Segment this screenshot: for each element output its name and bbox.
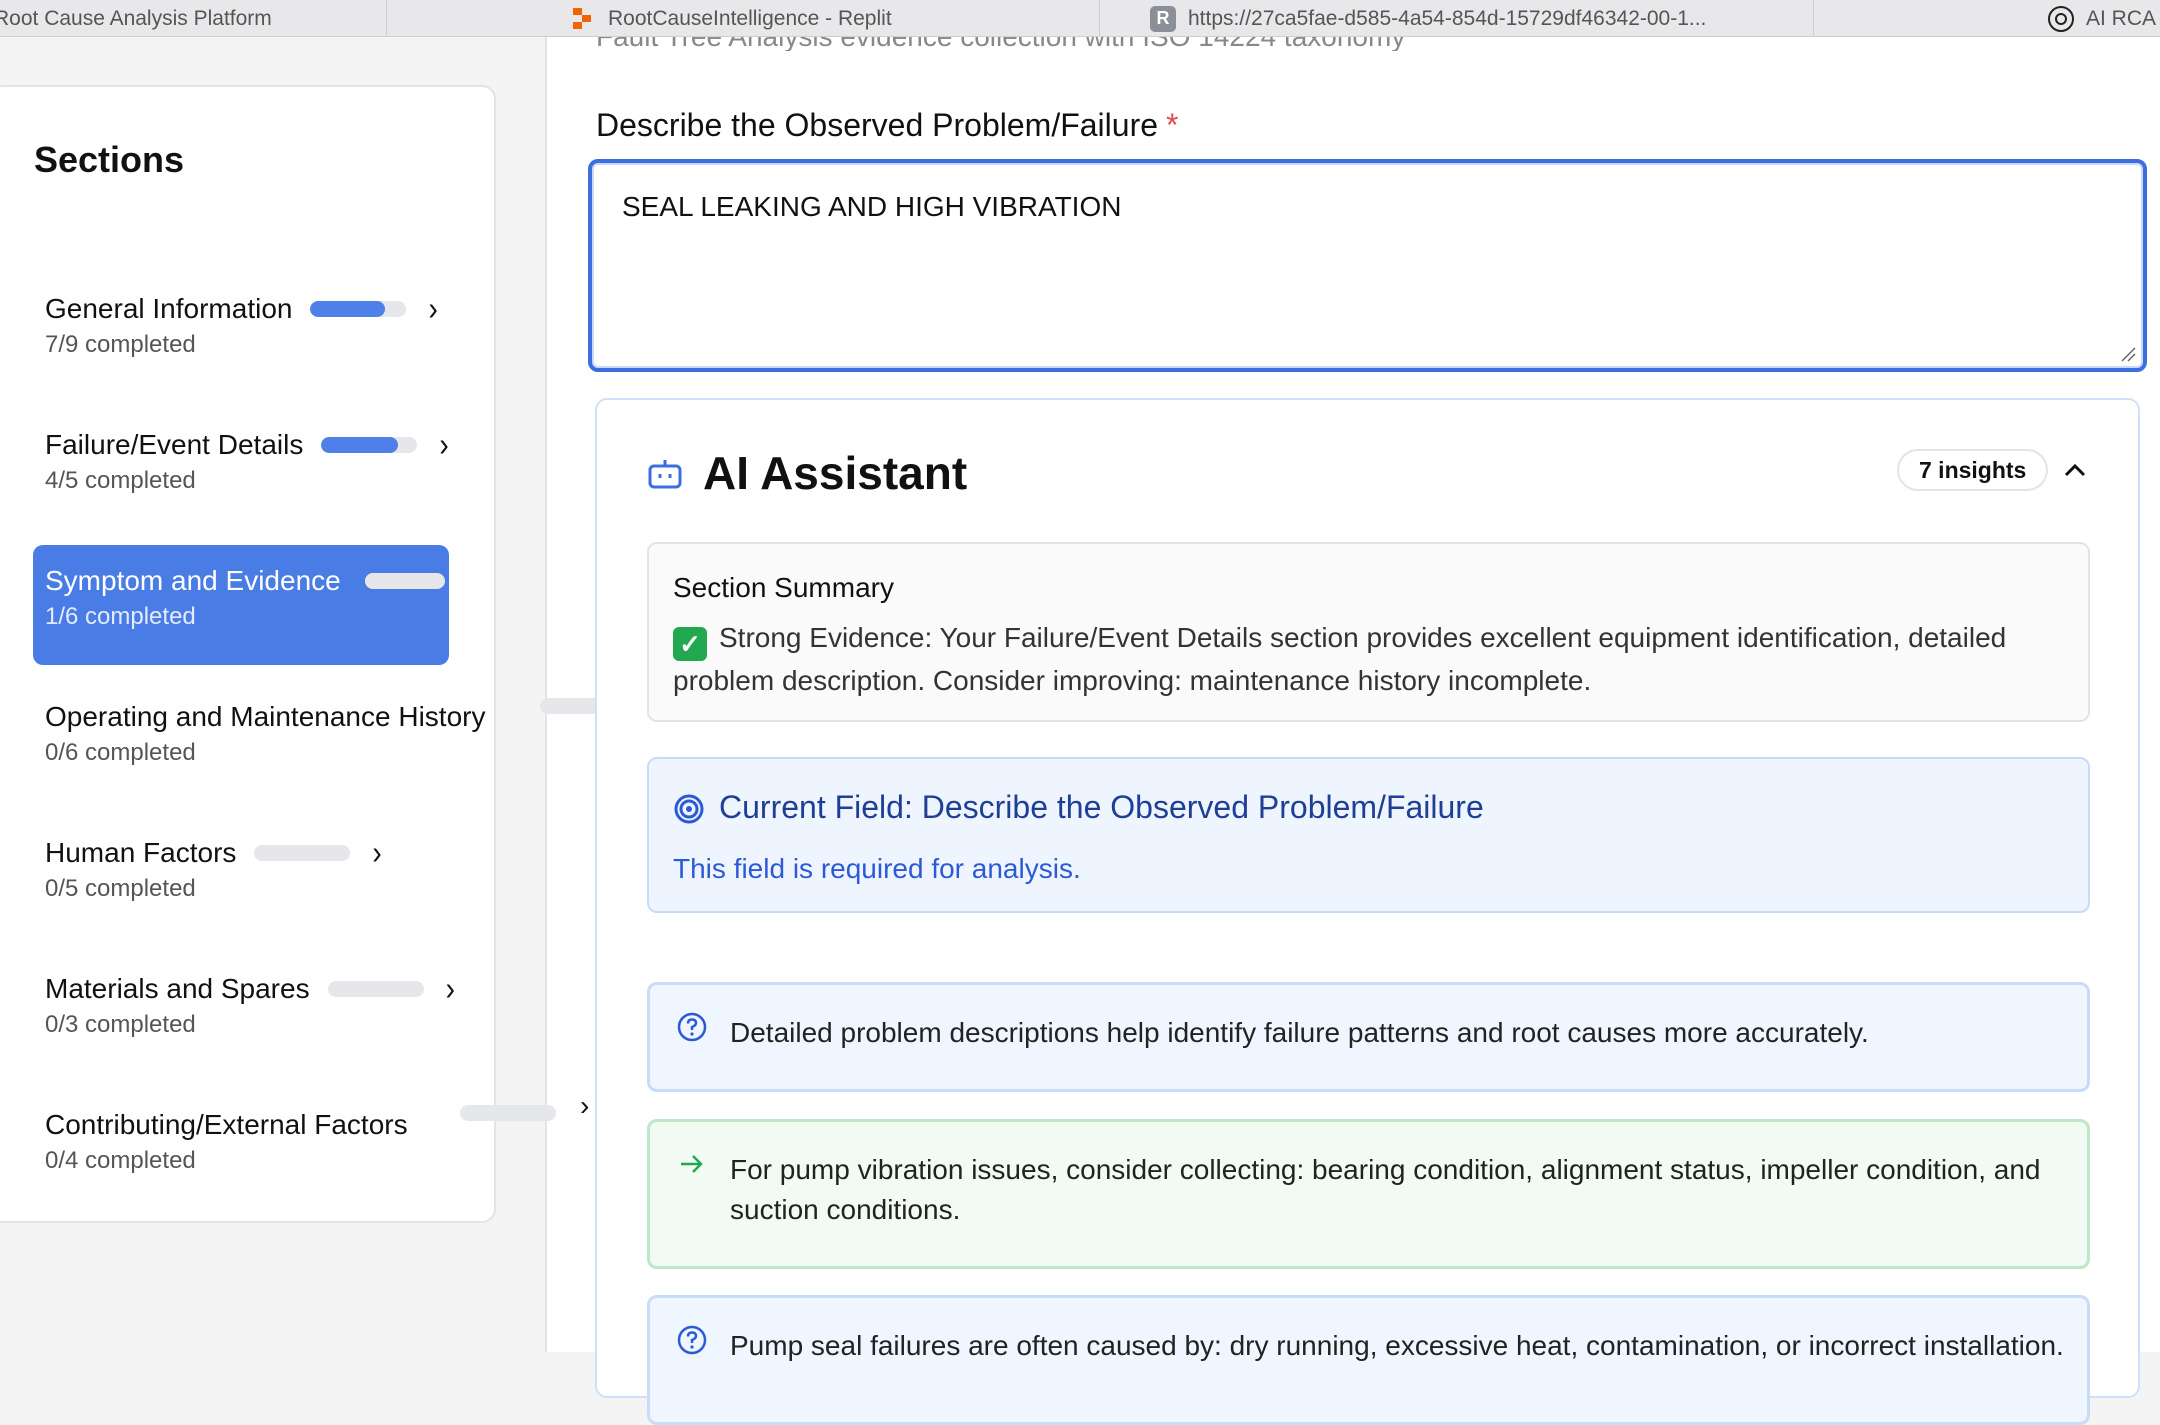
sidebar-item-status: 4/5 completed bbox=[45, 467, 196, 494]
insights-count-badge: 7 insights bbox=[1897, 449, 2049, 491]
progress-fill bbox=[321, 437, 399, 453]
sidebar-item-status: 1/6 completed bbox=[45, 603, 196, 630]
insight-tip: Detailed problem descriptions help ident… bbox=[647, 982, 2090, 1092]
ai-assistant-card: AI Assistant 7 insights Section Summary … bbox=[595, 398, 2140, 1425]
bot-icon bbox=[648, 460, 682, 489]
chevron-right-icon: › bbox=[439, 425, 449, 463]
progress-bar bbox=[321, 437, 418, 453]
current-field-body: This field is required for analysis. bbox=[673, 853, 1081, 884]
browser-tab-strip: Root Cause Analysis Platform RootCauseIn… bbox=[0, 0, 2160, 37]
summary-heading: Section Summary bbox=[673, 572, 894, 603]
sidebar-item-label: Contributing/External Factors bbox=[45, 1109, 408, 1140]
sidebar-item-label: Symptom and Evidence bbox=[45, 565, 341, 596]
section-summary-card: Section Summary ✓ Strong Evidence: Your F… bbox=[647, 542, 2090, 722]
progress-bar bbox=[254, 845, 351, 861]
tab-title: AI RCA bbox=[2086, 6, 2157, 30]
sections-title: Sections bbox=[34, 139, 185, 180]
current-field-heading: Current Field: Describe the Observed Pro… bbox=[719, 789, 1484, 825]
required-mark: * bbox=[1166, 107, 1179, 143]
resize-grip-icon[interactable] bbox=[2120, 346, 2136, 362]
sidebar-item-status: 0/6 completed bbox=[45, 739, 196, 766]
tab-title: Root Cause Analysis Platform bbox=[0, 6, 272, 30]
ai-assistant-title: AI Assistant bbox=[703, 447, 968, 499]
chevron-right-icon[interactable]: › bbox=[580, 1090, 589, 1122]
current-field-card: Current Field: Describe the Observed Pro… bbox=[647, 757, 2090, 913]
summary-body: ✓ Strong Evidence: Your Failure/Event Det… bbox=[673, 618, 2073, 701]
replit-icon bbox=[570, 6, 596, 32]
help-circle-icon bbox=[677, 1012, 707, 1042]
progress-bar-overflow bbox=[460, 1105, 556, 1121]
browser-tab[interactable]: Root Cause Analysis Platform bbox=[0, 0, 387, 37]
tip-text: Detailed problem descriptions help ident… bbox=[730, 1017, 1869, 1048]
tab-title: https://27ca5fae-d585-4a54-854d-15729df4… bbox=[1188, 6, 1707, 30]
progress-bar bbox=[310, 301, 407, 317]
sections-panel: Sections General Information › 7/9 comple… bbox=[0, 85, 496, 1223]
sidebar-item-status: 7/9 completed bbox=[45, 331, 196, 358]
sidebar-item-label: Human Factors bbox=[45, 837, 237, 868]
tip-text: Pump seal failures are often caused by: … bbox=[730, 1330, 2064, 1361]
app-page: Sections General Information › 7/9 comple… bbox=[0, 37, 2160, 1425]
tip-text: For pump vibration issues, consider coll… bbox=[730, 1154, 2041, 1225]
insight-tip: For pump vibration issues, consider coll… bbox=[647, 1119, 2090, 1269]
insight-tip: Pump seal failures are often caused by: … bbox=[647, 1295, 2090, 1425]
chevron-up-icon bbox=[2064, 463, 2086, 477]
progress-fill bbox=[364, 573, 379, 589]
chevron-right-icon: › bbox=[372, 833, 382, 871]
progress-fill bbox=[310, 301, 386, 317]
sidebar-item-status: 0/3 completed bbox=[45, 1011, 196, 1038]
browser-tab[interactable]: AI RCA bbox=[1814, 0, 2160, 37]
tab-title: RootCauseIntelligence - Replit bbox=[608, 6, 892, 30]
browser-tab[interactable]: R https://27ca5fae-d585-4a54-854d-15729d… bbox=[1100, 0, 1814, 37]
progress-bar bbox=[327, 981, 424, 997]
sidebar-item-status: 0/4 completed bbox=[45, 1147, 196, 1174]
target-icon bbox=[674, 794, 704, 824]
problem-field-label: Describe the Observed Problem/Failure * bbox=[596, 107, 1178, 144]
progress-bar bbox=[364, 573, 445, 589]
sidebar-item-label: Operating and Maintenance History bbox=[45, 701, 486, 732]
page-subtitle: Fault Tree Analysis evidence collection … bbox=[596, 37, 1405, 51]
help-circle-icon bbox=[677, 1325, 707, 1355]
arrow-right-icon bbox=[681, 1155, 703, 1173]
r-icon: R bbox=[1150, 5, 1176, 32]
openai-icon bbox=[2048, 5, 2074, 32]
sidebar-item-label: General Information bbox=[45, 293, 293, 324]
chevron-right-icon: › bbox=[445, 969, 455, 1007]
browser-tab[interactable]: RootCauseIntelligence - Replit bbox=[387, 0, 1100, 37]
summary-text: Strong Evidence: Your Failure/Event Deta… bbox=[673, 622, 2007, 696]
chevron-right-icon: › bbox=[428, 289, 438, 327]
collapse-button[interactable] bbox=[2057, 452, 2093, 488]
sidebar-item-label: Materials and Spares bbox=[45, 973, 310, 1004]
sidebar-item-status: 0/5 completed bbox=[45, 875, 196, 902]
problem-description-textarea[interactable]: SEAL LEAKING AND HIGH VIBRATION bbox=[588, 159, 2147, 372]
check-icon: ✓ bbox=[673, 627, 707, 661]
sidebar-item-label: Failure/Event Details bbox=[45, 429, 304, 460]
field-label-text: Describe the Observed Problem/Failure bbox=[596, 107, 1159, 143]
